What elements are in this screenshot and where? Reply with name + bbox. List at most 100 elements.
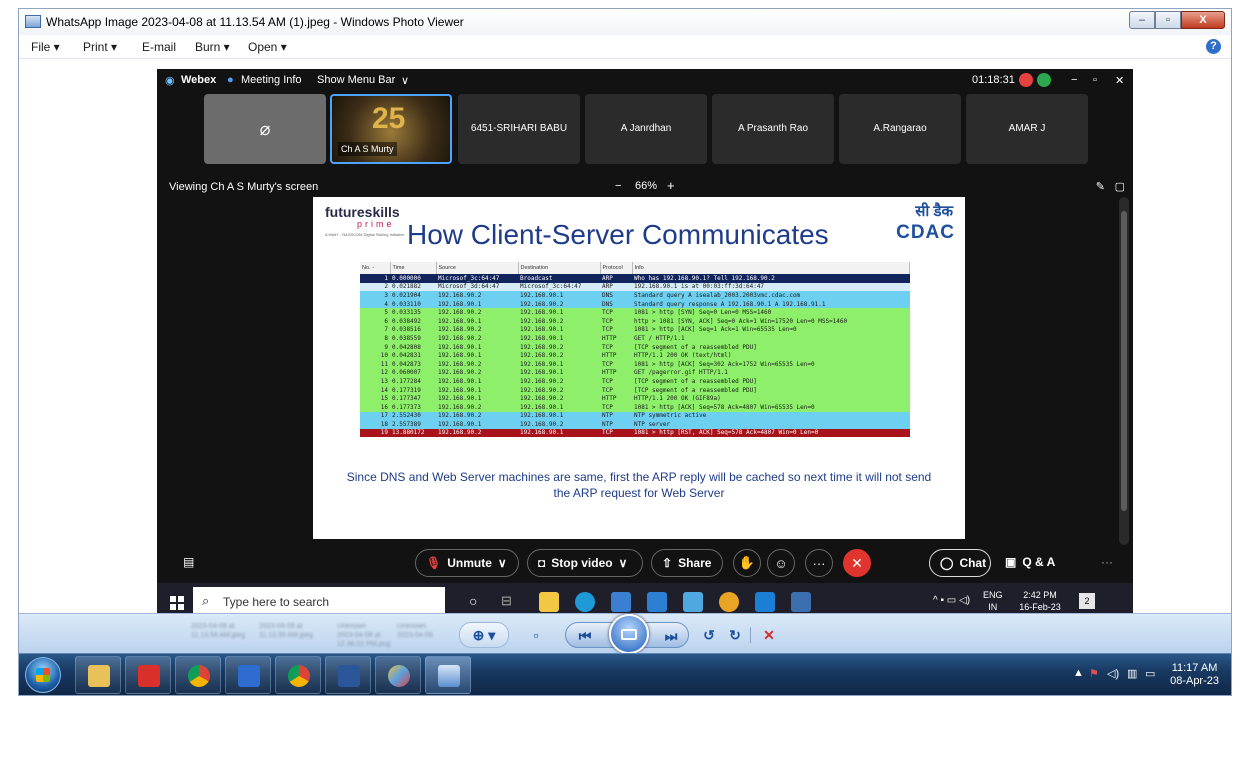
participant-tile[interactable]: A Prasanth Rao (712, 94, 834, 164)
unmute-button[interactable]: 🎙 Unmute ∨ (415, 549, 519, 577)
participant-tile[interactable]: 6451-SRIHARI BABU (458, 94, 580, 164)
clock[interactable]: 2:42 PM 16-Feb-23 (1015, 589, 1065, 613)
meeting-info[interactable]: Meeting Info (241, 74, 302, 86)
action-center-icon[interactable]: ⚑ (1089, 667, 1099, 680)
packet-no: 15 (380, 395, 388, 403)
cdac-hindi-logo: सी डैक (915, 203, 953, 220)
more-options-button[interactable]: ··· (805, 549, 833, 577)
close-button[interactable]: X (1181, 11, 1225, 29)
network-icon[interactable]: ▥ (1127, 667, 1137, 680)
taskbar-photo-viewer[interactable] (425, 656, 471, 694)
menu-burn[interactable]: Burn ▾ (195, 40, 230, 54)
delete-button[interactable]: ✕ (757, 622, 781, 648)
share-scrollbar[interactable] (1119, 197, 1129, 545)
zoom-in-button[interactable]: + (667, 178, 675, 193)
packet-row: 8 0.038559 192.168.90.2 192.168.90.1 HTTP GET… (360, 334, 910, 343)
packet-info: GET / HTTP/1.1 (634, 334, 685, 342)
menu-file[interactable]: File ▾ (31, 40, 60, 54)
slideshow-button[interactable] (609, 614, 649, 654)
restore-icon[interactable]: ▫ (1093, 74, 1097, 86)
rotate-clockwise-button[interactable]: ↻ (723, 622, 747, 648)
packet-dst: 192.168.90.1 (520, 403, 564, 411)
cortana-icon[interactable]: ○ (469, 593, 477, 609)
zoom-dropdown[interactable]: ⊕ ▾ (459, 622, 509, 648)
webex-app-icon[interactable] (755, 592, 775, 612)
clock-date: 16-Feb-23 (1019, 602, 1061, 612)
packet-time: 0.021904 (392, 291, 421, 299)
taskbar-chrome-profile[interactable] (275, 656, 321, 694)
scroll-thumb[interactable] (1121, 211, 1127, 511)
volume-icon[interactable]: ◁) (1107, 667, 1119, 680)
participant-tile[interactable]: A.Rangarao (839, 94, 961, 164)
packet-row: 15 0.177347 192.168.90.1 192.168.90.2 HTTP HT… (360, 394, 910, 403)
file-explorer-icon[interactable] (539, 592, 559, 612)
qa-button[interactable]: ▣ Q & A (1005, 555, 1055, 569)
edge-icon[interactable] (575, 592, 595, 612)
media-icon[interactable] (683, 592, 703, 612)
annotate-icon[interactable]: ✎ (1096, 180, 1105, 193)
help-icon[interactable]: ? (1206, 39, 1221, 54)
packet-row: 16 0.177373 192.168.90.2 192.168.90.1 TCP 108… (360, 402, 910, 412)
packet-dst: 192.168.90.1 (520, 429, 564, 437)
leave-meeting-button[interactable]: ✕ (843, 549, 871, 577)
search-icon: ⌕ (202, 593, 210, 608)
store-icon[interactable] (611, 592, 631, 612)
taskbar-chrome[interactable] (175, 656, 221, 694)
notification-icon[interactable]: 2 (1079, 593, 1095, 609)
task-view-icon[interactable]: ⊟ (501, 593, 512, 609)
acrobat-icon (138, 665, 160, 687)
previous-button[interactable]: ⏮ (570, 623, 600, 649)
packet-dst: 192.168.90.2 (520, 343, 564, 351)
menu-open[interactable]: Open ▾ (248, 40, 287, 54)
maximize-button[interactable]: ▫ (1155, 11, 1181, 29)
self-video-off-tile[interactable]: ⌀ (204, 94, 326, 164)
minimize-button[interactable]: – (1129, 11, 1155, 29)
packet-row: 13 0.177284 192.168.90.1 192.168.90.2 TCP [TC… (360, 377, 910, 386)
packet-info: NTP symmetric active (634, 412, 707, 420)
taskbar-acrobat[interactable] (125, 656, 171, 694)
menu-email[interactable]: E-mail (142, 40, 176, 54)
app-icon[interactable] (791, 592, 811, 612)
taskbar-word[interactable] (325, 656, 371, 694)
meeting-timer: 01:18:31 (972, 74, 1015, 86)
next-button[interactable]: ⏭ (656, 623, 686, 649)
captions-icon[interactable]: ▤ (183, 555, 194, 569)
minimize-icon[interactable]: − (1071, 74, 1077, 86)
language-indicator[interactable]: ENG IN (983, 589, 1003, 613)
divider (750, 627, 751, 643)
rotate-counterclockwise-button[interactable]: ↺ (697, 622, 721, 648)
power-icon[interactable]: ▭ (1145, 667, 1155, 680)
tray-icons[interactable]: ^ ▪ ▭ ◁) (933, 595, 970, 606)
packet-header-row: No. - Time Source Destination Protocol I… (360, 262, 910, 274)
app-icon (238, 665, 260, 687)
menu-print[interactable]: Print ▾ (83, 40, 117, 54)
packet-dst: 192.168.90.1 (520, 360, 564, 368)
raise-hand-icon[interactable]: ✋ (733, 549, 761, 577)
participant-tile[interactable]: A Janrdhan (585, 94, 707, 164)
zoom-out-button[interactable]: − (615, 180, 621, 192)
chat-button[interactable]: ◯ Chat (929, 549, 991, 577)
chrome-icon[interactable] (719, 592, 739, 612)
reactions-icon[interactable]: ☺ (767, 549, 795, 577)
popout-icon[interactable]: ▢ (1115, 180, 1125, 193)
mail-icon[interactable] (647, 592, 667, 612)
participant-tile-active[interactable]: Ch A S Murty 25 (330, 94, 452, 164)
taskbar-paint[interactable] (375, 656, 421, 694)
start-button[interactable] (25, 657, 61, 693)
taskbar-explorer[interactable] (75, 656, 121, 694)
taskbar-app[interactable] (225, 656, 271, 694)
share-button[interactable]: ⇧ Share (651, 549, 723, 577)
system-clock[interactable]: 11:17 AM 08-Apr-23 (1170, 662, 1219, 688)
packet-row: 19 13.880172 192.168.90.2 192.168.90.1 TCP 10… (360, 428, 910, 438)
packet-time: 13.880172 (392, 429, 425, 437)
windows-start-icon[interactable] (170, 596, 184, 610)
stop-video-button[interactable]: ◘ Stop video ∨ (527, 549, 643, 577)
show-menu-bar[interactable]: Show Menu Bar (317, 74, 395, 86)
participant-tile[interactable]: AMAR J (966, 94, 1088, 164)
actual-size-icon[interactable]: ▫ (523, 622, 549, 648)
tray-expand-icon[interactable]: ▲ (1073, 667, 1084, 679)
close-icon[interactable]: ✕ (1115, 74, 1124, 87)
packet-no: 13 (380, 377, 388, 385)
packet-dst: 192.168.90.1 (520, 326, 564, 334)
overflow-icon[interactable]: ··· (1101, 555, 1113, 569)
